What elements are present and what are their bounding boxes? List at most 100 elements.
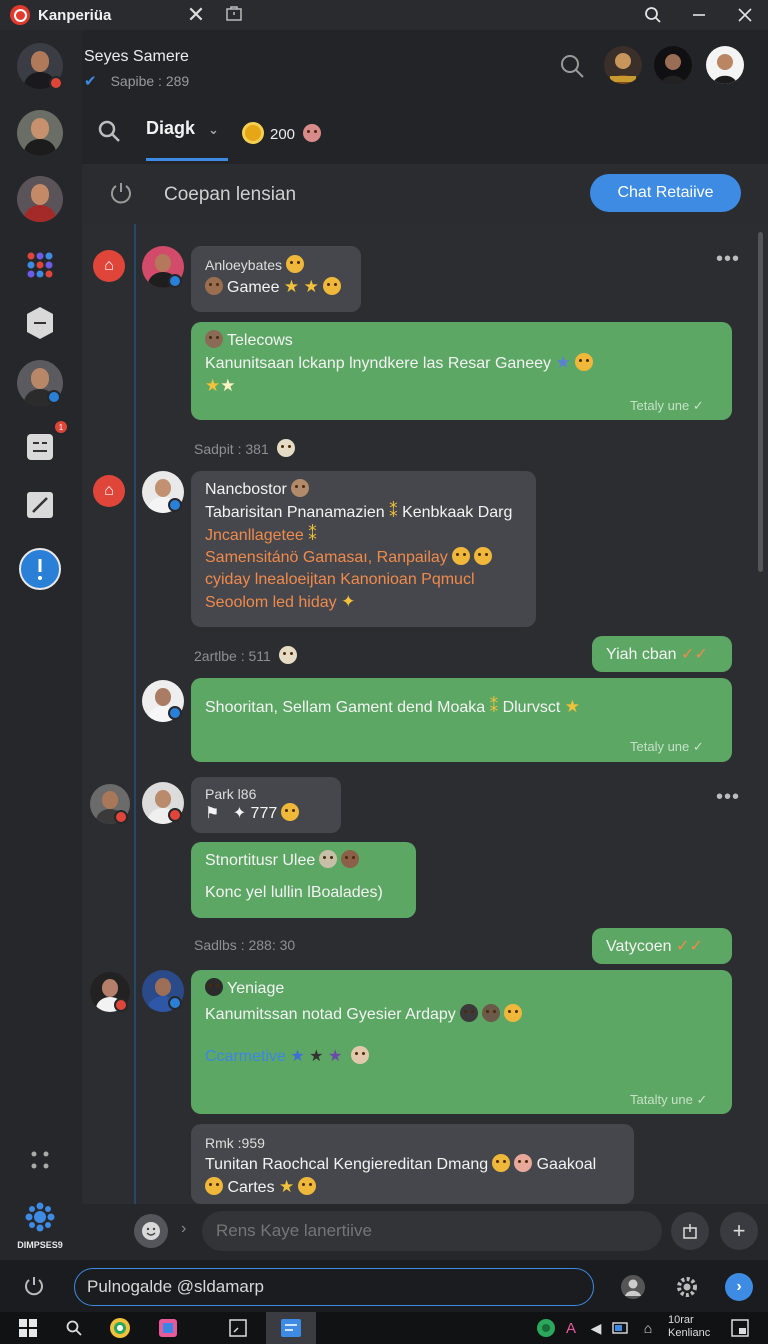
star-icon: ⁑ [389,502,398,521]
profile-icon[interactable] [620,1274,646,1305]
participant-avatar-2[interactable] [654,46,692,84]
add-icon[interactable]: + [720,1212,758,1250]
share-icon[interactable] [671,1212,709,1250]
search-icon[interactable] [630,0,676,30]
coin-count[interactable]: 200 [270,124,322,143]
ink-icon[interactable]: A [560,1312,582,1344]
message-input[interactable] [202,1211,662,1251]
apps-grid-icon[interactable] [17,242,63,288]
power-icon[interactable] [22,1274,46,1303]
send-icon[interactable]: › [725,1273,753,1301]
message-text: Kanunitsaan lckanp lnyndkere las Resar G… [205,352,718,375]
star-icon: ⁑ [489,697,499,716]
message-text: Shooritan, Sellam Gament dend Moaka ⁑ Dl… [205,697,581,716]
alert-icon[interactable] [17,546,63,592]
clock-date: Kenlianc [668,1327,711,1339]
star-icon: ★ [279,1177,295,1196]
tab-active[interactable]: Diagk ⌄ [146,118,219,139]
emoji-picker-icon[interactable] [134,1214,168,1248]
more-options-icon[interactable]: ••• [716,786,740,809]
clock[interactable]: 10rar Kenlianc [668,1314,710,1340]
message-bubble[interactable]: Park l86 ⚑ ✦ 777 [191,777,341,833]
language-icon[interactable]: ⌂ [638,1312,658,1344]
message-text: Ccarmetive ★ ★ ★ [205,1046,718,1068]
emoji-icon [473,547,492,565]
message-meta: Tetaly une ✓ [630,739,704,754]
participant-avatar-1[interactable] [604,46,642,84]
emoji-icon [322,277,341,295]
message-bubble[interactable]: Vatycoen ✓✓ [592,928,732,964]
app-logo-icon [10,5,30,25]
rail-avatar-1[interactable] [17,110,63,156]
double-check-icon: ✓✓ [681,646,708,663]
star-icon: ★ [303,277,319,296]
message-bubble[interactable]: Anloeybates Gamee ★ ★ [191,246,361,312]
message-text: Tunitan Raochcal Kengiereditan Dmang Gaa… [205,1154,597,1173]
message-bubble[interactable]: Stnortitusr Ulee Konc yel lullin lBoalad… [191,842,416,918]
more-options-icon[interactable]: ••• [716,248,740,271]
notification-badge: 1 [53,419,69,435]
user-status: ✔ Sapibe : 289 [84,72,189,90]
emoji-icon [341,850,360,868]
tab-search-icon[interactable] [96,118,122,149]
chat-app-taskbar-icon[interactable] [266,1312,316,1344]
more-dots-icon[interactable] [17,1137,63,1183]
minimize-icon[interactable] [676,0,722,30]
start-icon[interactable] [12,1312,44,1344]
double-check-icon: ✓ [692,398,704,413]
bottom-search-input[interactable] [74,1268,594,1306]
close-window-icon[interactable] [722,0,768,30]
status-badge [168,706,182,720]
coin-icon [242,122,264,144]
message-text: Stnortitusr Ulee [205,850,402,872]
timestamp: Sadlbs : 288: 30 [194,937,296,953]
star-icon: ★ [327,1048,343,1065]
power-icon[interactable] [108,180,134,211]
chat-action-button[interactable]: Chat Retaiive [590,174,741,212]
scrollbar[interactable] [758,232,763,572]
message-bubble[interactable]: Nancbostor Tabarisitan Pnanamazien ⁑ Ken… [191,471,536,627]
thread-line [134,224,136,1264]
status-badge [168,808,182,822]
app-tab[interactable]: Kanperiüa ✕ [0,0,218,30]
flag-icon: ⚑ [205,805,220,822]
emoji-icon [481,1004,500,1022]
status-badge [168,996,182,1010]
home-pin-icon[interactable]: ⌂ [93,475,125,507]
emoji-icon [205,978,223,996]
window-icon[interactable] [222,1312,254,1344]
header-search-icon[interactable] [558,52,586,80]
rail-avatar-2[interactable] [17,176,63,222]
message-bubble[interactable]: Rmk :959 Tunitan Raochcal Kengiereditan … [191,1124,634,1204]
chevron-down-icon: ⌄ [208,122,219,137]
network-icon[interactable] [534,1312,558,1344]
shopping-bag-icon[interactable] [218,4,250,27]
taskbar-search-icon[interactable] [58,1312,90,1344]
volume-icon[interactable]: ◀ [586,1312,606,1344]
chevron-right-icon[interactable]: › [181,1220,186,1238]
emoji-icon [205,1177,223,1195]
browser-icon[interactable] [104,1312,136,1344]
emoji-icon [350,1046,369,1064]
close-tab-icon[interactable]: ✕ [182,2,210,28]
app-icon[interactable] [152,1312,184,1344]
gear-icon[interactable] [674,1274,700,1305]
message-author: Anloeybates [205,254,347,276]
emoji-icon [514,1154,533,1172]
participant-avatar-3[interactable] [706,46,744,84]
message-text: Seoolom led hiday ✦ [205,592,356,611]
message-author: Rmk :959 [205,1135,265,1151]
message-author: Yeniage [205,978,718,1000]
shield-icon[interactable] [17,300,63,346]
home-pin-icon[interactable]: ⌂ [93,250,125,282]
message-meta: Tatalty une ✓ [630,1092,708,1107]
message-text: Gamee ★ ★ [205,276,347,299]
tab-active-label: Diagk [146,118,196,138]
message-meta: Tetaly une ✓ [630,398,704,413]
battery-icon[interactable] [610,1312,630,1344]
notifications-icon[interactable] [726,1312,754,1344]
edit-icon[interactable] [17,482,63,528]
message-bubble[interactable]: Yiah cban ✓✓ [592,636,732,672]
emoji-icon [574,353,593,371]
status-badge [168,498,182,512]
